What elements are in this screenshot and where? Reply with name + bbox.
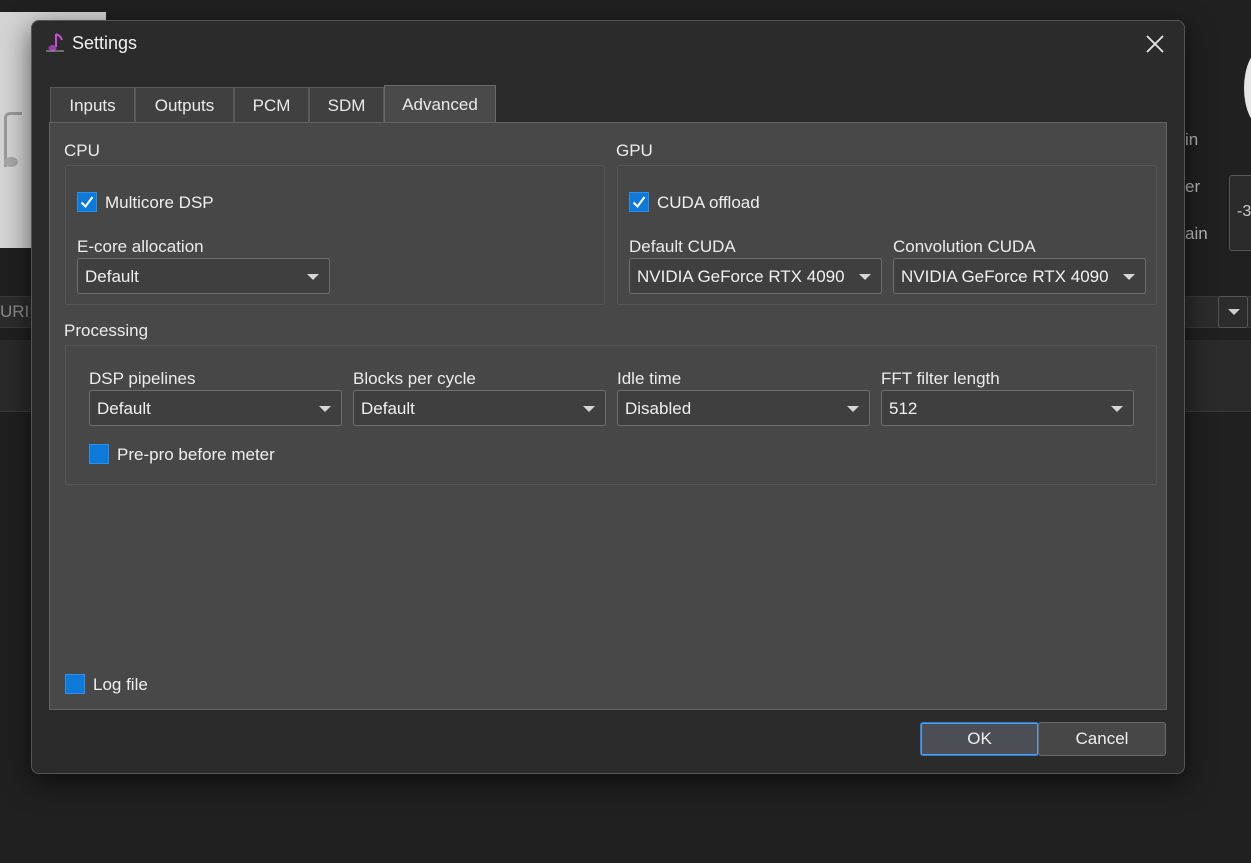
- ecore-allocation-label: E-core allocation: [77, 237, 204, 256]
- log-file-checkbox[interactable]: [65, 674, 85, 694]
- background-label: ain: [1185, 224, 1208, 243]
- background-knob[interactable]: [1244, 48, 1251, 128]
- log-file-label: Log file: [93, 675, 148, 694]
- music-note-icon: [44, 32, 66, 54]
- background-label: in: [1185, 130, 1199, 149]
- dialog-titlebar[interactable]: Settings: [32, 21, 1184, 67]
- chevron-down-icon: [1111, 406, 1123, 412]
- gpu-heading: GPU: [616, 141, 653, 160]
- prepro-before-meter-checkbox[interactable]: [89, 444, 109, 464]
- cuda-offload-label: CUDA offload: [657, 193, 760, 212]
- checkmark-icon: [632, 196, 646, 209]
- background-strip-text: URI: [0, 302, 30, 321]
- tab-pcm[interactable]: PCM: [234, 87, 309, 123]
- dsp-pipelines-label: DSP pipelines: [89, 369, 196, 388]
- multicore-dsp-checkbox[interactable]: [77, 192, 97, 212]
- cpu-heading: CPU: [64, 141, 100, 160]
- convolution-cuda-select[interactable]: NVIDIA GeForce RTX 4090: [893, 258, 1146, 294]
- chevron-down-icon: [1123, 274, 1135, 280]
- dialog-title: Settings: [72, 33, 138, 53]
- multicore-dsp-label: Multicore DSP: [105, 193, 214, 212]
- fft-filter-length-select[interactable]: 512: [881, 390, 1134, 426]
- convolution-cuda-label: Convolution CUDA: [893, 237, 1036, 256]
- fft-filter-length-value: 512: [889, 399, 918, 418]
- cancel-button[interactable]: Cancel: [1038, 722, 1166, 756]
- blocks-per-cycle-value: Default: [361, 399, 415, 418]
- default-cuda-select[interactable]: NVIDIA GeForce RTX 4090: [629, 258, 882, 294]
- convolution-cuda-value: NVIDIA GeForce RTX 4090: [901, 267, 1109, 286]
- tab-sdm[interactable]: SDM: [309, 87, 384, 123]
- blocks-per-cycle-label: Blocks per cycle: [353, 369, 476, 388]
- tab-advanced[interactable]: Advanced: [384, 85, 496, 123]
- default-cuda-value: NVIDIA GeForce RTX 4090: [637, 267, 845, 286]
- chevron-down-icon: [859, 274, 871, 280]
- tab-inputs[interactable]: Inputs: [50, 87, 135, 123]
- background-dropdown-button[interactable]: [1218, 296, 1248, 328]
- close-icon: [1146, 35, 1164, 53]
- ok-button[interactable]: OK: [920, 722, 1039, 756]
- prepro-before-meter-label: Pre-pro before meter: [117, 445, 275, 464]
- artwork-dot: [4, 157, 18, 167]
- background-value-field[interactable]: -3: [1229, 175, 1251, 251]
- blocks-per-cycle-select[interactable]: Default: [353, 390, 606, 426]
- ecore-allocation-value: Default: [85, 267, 139, 286]
- tab-outputs[interactable]: Outputs: [135, 87, 234, 123]
- background-label: er: [1185, 177, 1201, 196]
- idle-time-value: Disabled: [625, 399, 692, 418]
- advanced-panel: CPU Multicore DSP E-core allocation Defa…: [49, 122, 1167, 710]
- chevron-down-icon: [583, 406, 595, 412]
- idle-time-label: Idle time: [617, 369, 682, 388]
- cuda-offload-checkbox[interactable]: [629, 192, 649, 212]
- idle-time-select[interactable]: Disabled: [617, 390, 870, 426]
- settings-dialog: Settings Inputs Outputs PCM SDM Advanced…: [31, 20, 1185, 774]
- chevron-down-icon: [307, 274, 319, 280]
- default-cuda-label: Default CUDA: [629, 237, 736, 256]
- processing-heading: Processing: [64, 321, 149, 340]
- dsp-pipelines-value: Default: [97, 399, 151, 418]
- dsp-pipelines-select[interactable]: Default: [89, 390, 342, 426]
- chevron-down-icon: [847, 406, 859, 412]
- close-button[interactable]: [1138, 29, 1172, 59]
- checkmark-icon: [80, 196, 94, 209]
- ecore-allocation-select[interactable]: Default: [77, 258, 330, 294]
- fft-filter-length-label: FFT filter length: [881, 369, 1000, 388]
- chevron-down-icon: [319, 406, 331, 412]
